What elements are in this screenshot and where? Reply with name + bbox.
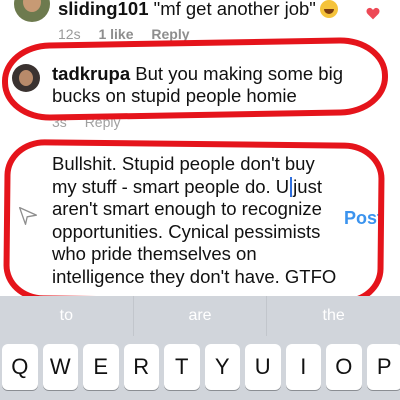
comment-age: 12s (58, 26, 81, 42)
key-u[interactable]: U (245, 344, 281, 390)
key-y[interactable]: Y (204, 344, 240, 390)
keyboard: to are the Q W E R T Y U I O P (0, 296, 400, 400)
comment-text: sliding101 "mf get another job" (58, 0, 338, 20)
key-t[interactable]: T (164, 344, 200, 390)
comment-body: "mf get another job" (153, 0, 316, 19)
likes-count[interactable]: 1 like (98, 26, 133, 42)
key-p[interactable]: P (366, 344, 400, 390)
annotation-circle (1, 36, 389, 122)
key-q[interactable]: Q (2, 344, 38, 390)
suggestion[interactable]: the (267, 296, 400, 336)
avatar[interactable] (14, 0, 50, 22)
key-o[interactable]: O (326, 344, 362, 390)
annotation-circle (3, 139, 385, 305)
suggestion[interactable]: to (0, 296, 134, 336)
suggestion[interactable]: are (134, 296, 268, 336)
heart-icon[interactable] (366, 7, 380, 20)
laughing-tears-emoji-icon (319, 0, 338, 18)
suggestion-bar: to are the (0, 296, 400, 336)
key-w[interactable]: W (42, 344, 78, 390)
comment-username[interactable]: sliding101 (58, 0, 148, 19)
key-r[interactable]: R (123, 344, 159, 390)
key-row-top: Q W E R T Y U I O P (2, 344, 400, 392)
key-e[interactable]: E (83, 344, 119, 390)
key-i[interactable]: I (285, 344, 321, 390)
